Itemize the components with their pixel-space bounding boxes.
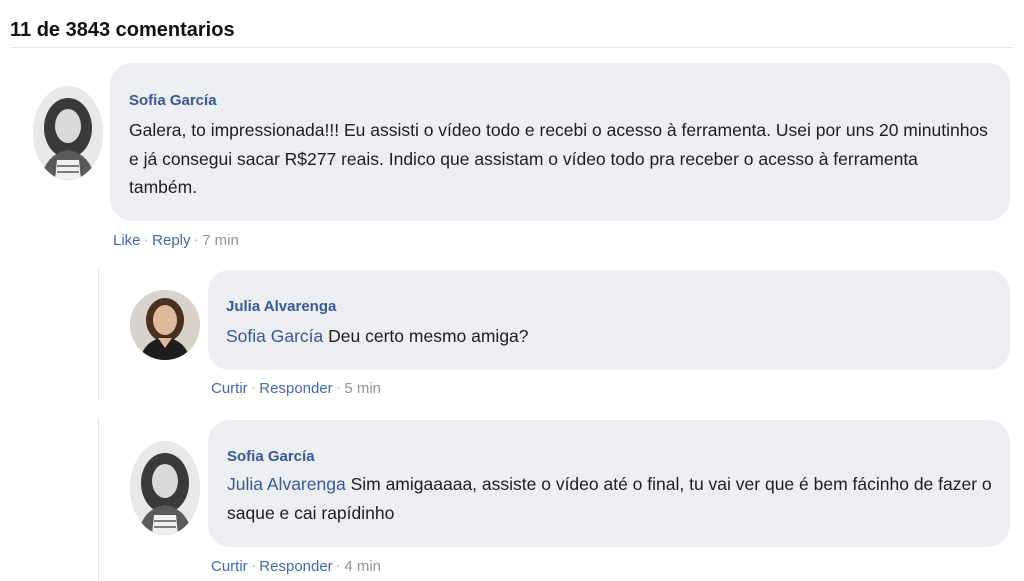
mention-link[interactable]: Sofia García	[226, 326, 323, 346]
timestamp[interactable]: 4 min	[344, 558, 381, 575]
avatar-sofia[interactable]	[33, 86, 103, 180]
comment-text-content: Galera, to impressionada!!! Eu assisti o…	[129, 120, 988, 197]
comments-count-header: 11 de 3843 comentarios	[10, 19, 235, 41]
comment-actions: Like. Reply. 7 min	[113, 229, 239, 249]
avatar-julia[interactable]	[130, 290, 200, 360]
timestamp[interactable]: 5 min	[344, 380, 381, 397]
avatar-sofia[interactable]	[130, 441, 200, 535]
reply-bubble	[208, 270, 1010, 370]
comment-text: Julia Alvarenga Sim amigaaaaa, assiste o…	[227, 470, 992, 527]
comment-author-link[interactable]: Sofia García	[129, 92, 217, 109]
comment-text: Sofia García Deu certo mesmo amiga?	[226, 322, 986, 351]
like-link[interactable]: Like	[113, 232, 141, 249]
reply-link[interactable]: Responder	[259, 558, 332, 575]
comment-author-link[interactable]: Sofia García	[227, 448, 315, 465]
timestamp[interactable]: 7 min	[202, 232, 239, 249]
separator-dot: .	[251, 377, 256, 392]
separator-dot: .	[336, 377, 341, 392]
comment-actions: Curtir. Responder. 4 min	[211, 555, 381, 575]
comment-text: Galera, to impressionada!!! Eu assisti o…	[129, 116, 989, 202]
header-divider	[10, 47, 1014, 48]
separator-dot: .	[194, 229, 199, 244]
mention-link[interactable]: Julia Alvarenga	[227, 474, 346, 494]
reply-thread-line	[98, 268, 99, 401]
comment-author-link[interactable]: Julia Alvarenga	[226, 298, 336, 315]
reply-link[interactable]: Reply	[152, 232, 190, 249]
comment-actions: Curtir. Responder. 5 min	[211, 377, 381, 397]
separator-dot: .	[144, 229, 149, 244]
separator-dot: .	[336, 555, 341, 570]
like-link[interactable]: Curtir	[211, 558, 248, 575]
comment-text-content: Deu certo mesmo amiga?	[328, 326, 529, 346]
reply-link[interactable]: Responder	[259, 380, 332, 397]
reply-thread-line	[98, 418, 99, 581]
separator-dot: .	[251, 555, 256, 570]
like-link[interactable]: Curtir	[211, 380, 248, 397]
